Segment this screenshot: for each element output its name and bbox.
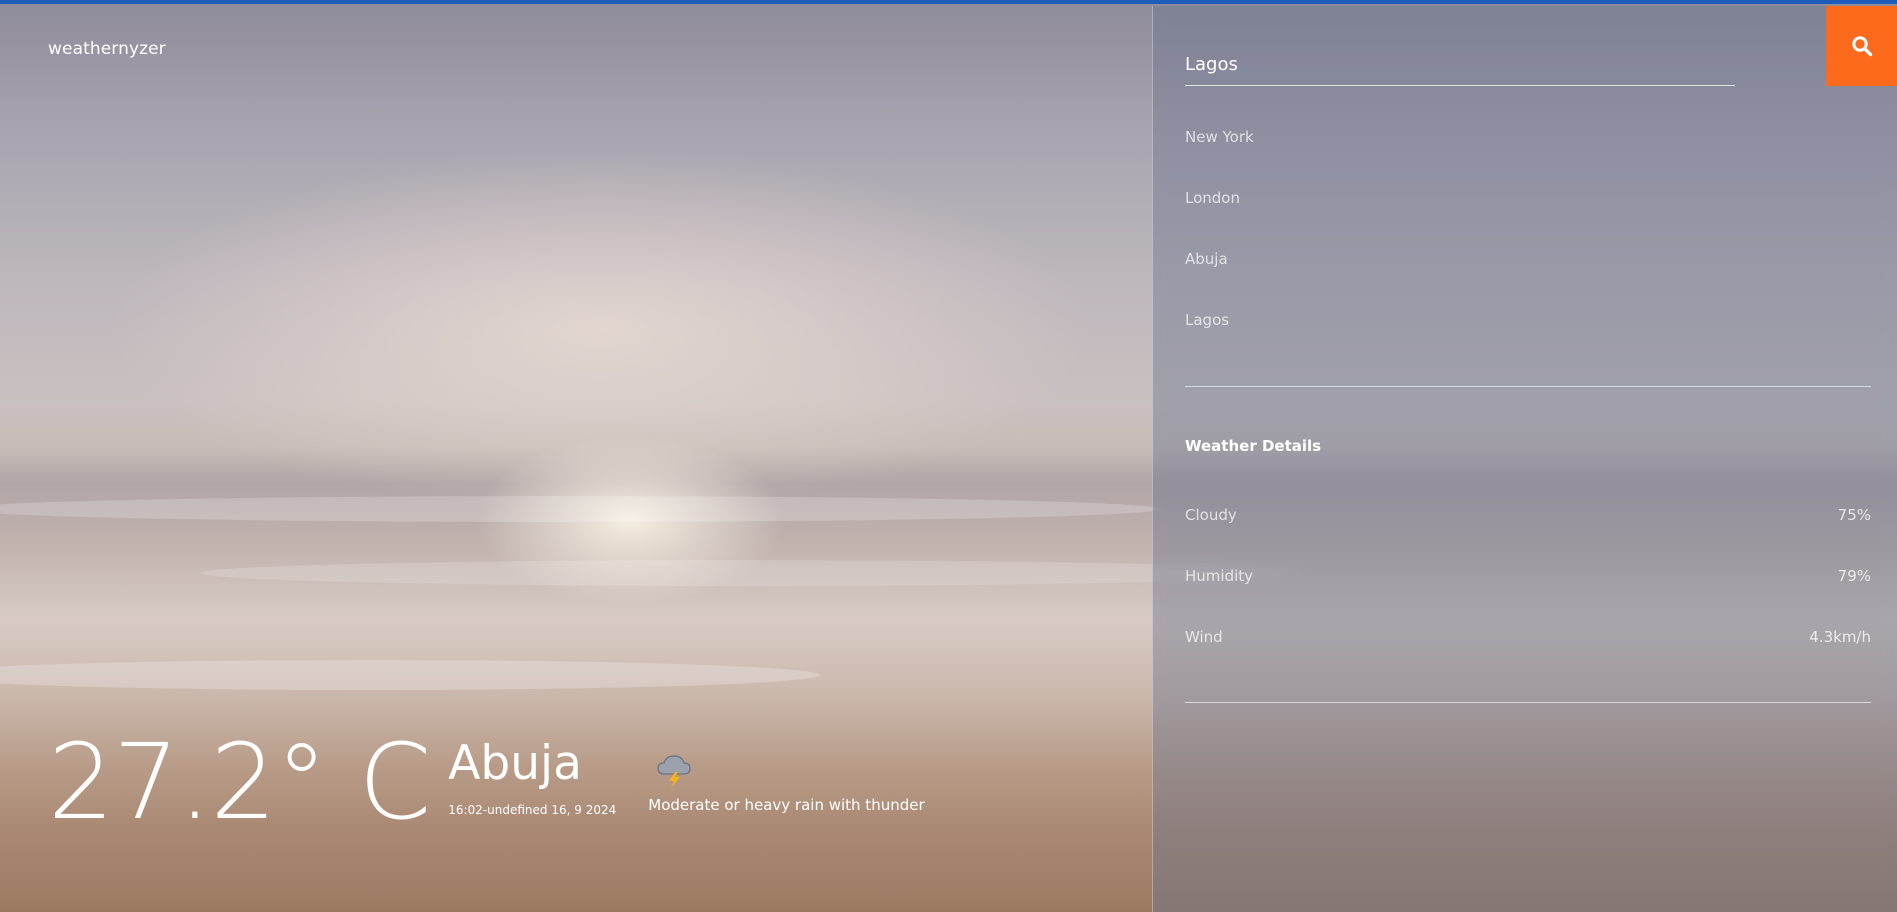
divider (1185, 386, 1871, 387)
city-item-new-york[interactable]: New York (1185, 128, 1254, 189)
sidebar-panel: New York London Abuja Lagos Weather Deta… (1152, 6, 1897, 912)
detail-label: Cloudy (1185, 506, 1237, 524)
city-item-london[interactable]: London (1185, 189, 1254, 250)
detail-value: 75% (1837, 506, 1871, 524)
city-item-lagos[interactable]: Lagos (1185, 311, 1254, 372)
app-screen: weathernyzer 27.2° C Abuja 16:02-undefin… (0, 0, 1897, 912)
search-input[interactable] (1185, 50, 1735, 86)
detail-label: Wind (1185, 628, 1223, 646)
detail-row-cloudy: Cloudy 75% (1185, 506, 1871, 567)
wave-foam (0, 660, 820, 690)
detail-value: 4.3km/h (1809, 628, 1871, 646)
wave-foam (0, 496, 1160, 522)
current-weather: 27.2° C Abuja 16:02-undefined 16, 9 2024… (48, 728, 925, 836)
city-name: Abuja (448, 736, 582, 791)
detail-label: Humidity (1185, 567, 1254, 585)
recent-cities-list: New York London Abuja Lagos (1185, 128, 1254, 372)
temperature: 27.2° C (48, 721, 431, 843)
thunderstorm-cloud-icon (657, 755, 691, 788)
detail-row-humidity: Humidity 79% (1185, 567, 1871, 628)
location-block: Abuja 16:02-undefined 16, 9 2024 (448, 736, 617, 818)
wave-foam (200, 560, 1300, 586)
condition-block: Moderate or heavy rain with thunder (648, 750, 925, 814)
divider (1185, 702, 1871, 703)
condition-text: Moderate or heavy rain with thunder (648, 796, 925, 814)
date-time: 16:02-undefined 16, 9 2024 (448, 803, 617, 817)
city-item-abuja[interactable]: Abuja (1185, 250, 1254, 311)
weather-details-title: Weather Details (1185, 437, 1322, 455)
detail-value: 79% (1837, 567, 1871, 585)
detail-row-wind: Wind 4.3km/h (1185, 628, 1871, 689)
search-button[interactable] (1826, 6, 1897, 86)
weather-details: Cloudy 75% Humidity 79% Wind 4.3km/h (1185, 506, 1871, 689)
app-logo[interactable]: weathernyzer (48, 39, 166, 59)
top-accent-line (0, 0, 1897, 4)
search-icon (1852, 36, 1873, 57)
